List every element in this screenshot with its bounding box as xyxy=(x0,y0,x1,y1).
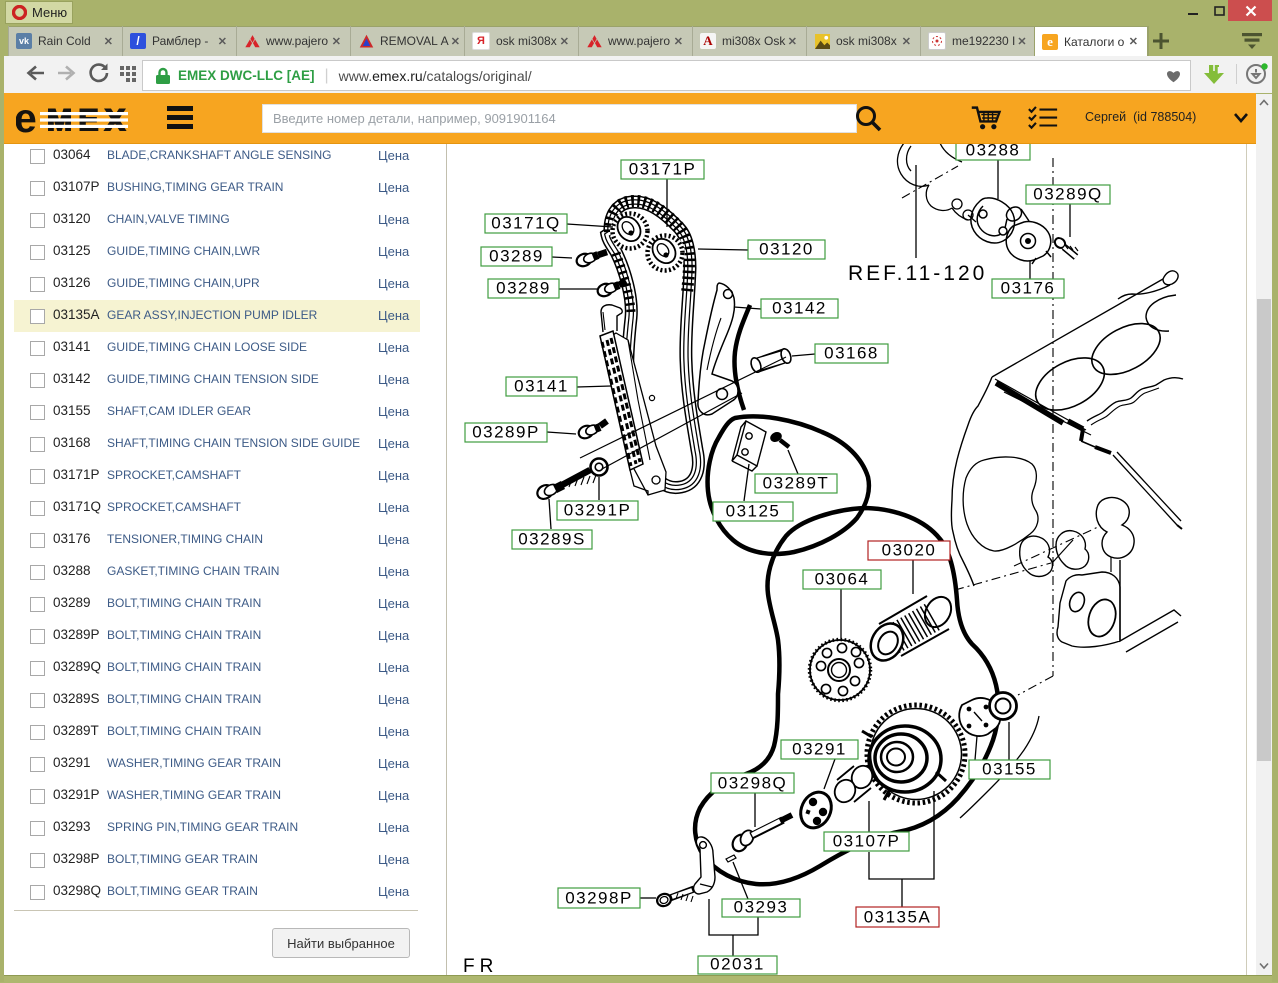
svg-text:03289: 03289 xyxy=(489,247,544,266)
svg-text:03141: 03141 xyxy=(514,377,569,396)
svg-text:03120: 03120 xyxy=(759,240,814,259)
svg-text:e: e xyxy=(16,102,37,134)
svg-text:03176: 03176 xyxy=(1001,279,1056,298)
svg-text:03171Q: 03171Q xyxy=(491,214,561,233)
svg-text:03291P: 03291P xyxy=(564,501,632,520)
svg-text:03289T: 03289T xyxy=(763,474,830,493)
svg-text:03289: 03289 xyxy=(496,279,551,298)
svg-text:03288: 03288 xyxy=(966,144,1021,160)
svg-text:03289Q: 03289Q xyxy=(1033,185,1103,204)
svg-text:03168: 03168 xyxy=(824,344,879,363)
svg-text:FR: FR xyxy=(463,956,498,975)
svg-text:03293: 03293 xyxy=(734,898,789,917)
svg-text:03171P: 03171P xyxy=(629,160,697,179)
svg-text:03020: 03020 xyxy=(882,541,937,560)
svg-text:03125: 03125 xyxy=(726,502,781,521)
svg-text:02031: 02031 xyxy=(710,955,765,974)
svg-text:03135A: 03135A xyxy=(864,908,932,927)
svg-text:03107P: 03107P xyxy=(833,832,901,851)
svg-text:03289P: 03289P xyxy=(472,423,540,442)
svg-text:03291: 03291 xyxy=(792,740,847,759)
svg-text:03298Q: 03298Q xyxy=(718,774,788,793)
svg-text:03298P: 03298P xyxy=(565,889,633,908)
svg-text:REF.11-120: REF.11-120 xyxy=(848,262,987,285)
svg-text:03155: 03155 xyxy=(982,760,1037,779)
svg-text:03064: 03064 xyxy=(815,570,870,589)
svg-text:03142: 03142 xyxy=(772,299,827,318)
svg-text:03289S: 03289S xyxy=(518,530,586,549)
